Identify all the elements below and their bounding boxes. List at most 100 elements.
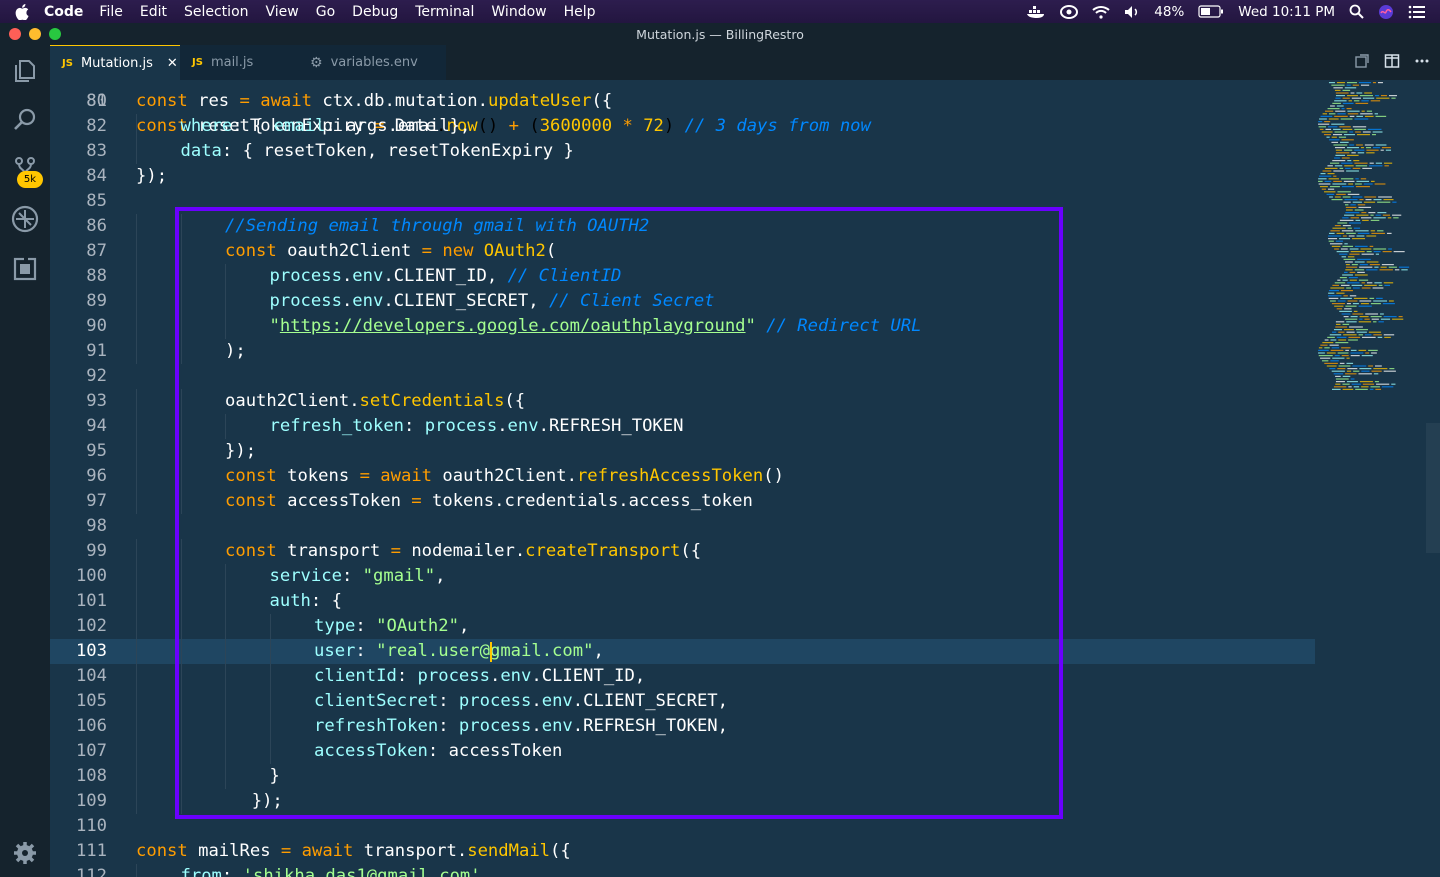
minimap-line xyxy=(1324,339,1329,341)
menu-go[interactable]: Go xyxy=(316,4,335,20)
close-tab-icon[interactable]: ✕ xyxy=(167,56,178,71)
minimap-line xyxy=(1345,261,1353,263)
settings-gear-icon[interactable] xyxy=(9,837,41,869)
menu-selection[interactable]: Selection xyxy=(184,4,249,20)
docker-icon[interactable] xyxy=(1026,5,1046,19)
volume-icon[interactable] xyxy=(1124,5,1140,19)
minimap-line xyxy=(1336,336,1347,338)
app-name-menu[interactable]: Code xyxy=(44,4,83,20)
explorer-icon[interactable] xyxy=(9,55,41,87)
minimap-line xyxy=(1346,362,1354,364)
minimap-line xyxy=(1350,349,1357,351)
battery-icon[interactable] xyxy=(1198,5,1224,18)
minimap-line xyxy=(1326,365,1337,367)
minimap-line xyxy=(1326,136,1330,138)
minimap-line xyxy=(1351,264,1358,266)
minimap-line xyxy=(1380,266,1387,268)
open-changes-icon[interactable] xyxy=(1354,53,1370,73)
code-line-81[interactable]: 81 const res = await ctx.db.mutation.upda… xyxy=(50,89,1315,114)
debug-icon[interactable] xyxy=(9,203,41,235)
battery-percent[interactable]: 48% xyxy=(1154,4,1184,20)
minimap-line xyxy=(1351,284,1363,286)
clock[interactable]: Wed 10:11 PM xyxy=(1238,4,1335,20)
minimap-line xyxy=(1373,217,1386,219)
minimap-line xyxy=(1372,147,1380,149)
minimap-line xyxy=(1340,118,1353,120)
minimap-line xyxy=(1334,355,1340,357)
menu-debug[interactable]: Debug xyxy=(352,4,398,20)
minimap-line xyxy=(1337,368,1346,370)
minimap-line xyxy=(1369,264,1380,266)
extensions-icon[interactable] xyxy=(9,253,41,285)
minimap-line xyxy=(1381,147,1391,149)
line-number: 98 xyxy=(86,516,107,536)
scrollbar-thumb[interactable] xyxy=(1426,423,1440,553)
line-number: 81 xyxy=(86,91,107,111)
minimap-line xyxy=(1328,290,1339,292)
minimap-line xyxy=(1374,266,1379,268)
menu-help[interactable]: Help xyxy=(564,4,596,20)
code-text: const res = await ctx.db.mutation.update… xyxy=(136,91,613,111)
minimap-line xyxy=(1328,240,1334,242)
minimap-line xyxy=(1347,368,1358,370)
minimap-line xyxy=(1389,368,1395,370)
minimap-line xyxy=(1331,303,1345,305)
code-line-83[interactable]: 83 data: { resetToken, resetTokenExpiry } xyxy=(50,139,1315,164)
minimap-line xyxy=(1368,331,1382,333)
tab-mail-js[interactable]: JS mail.js xyxy=(180,45,298,80)
menu-window[interactable]: Window xyxy=(491,4,546,20)
code-editor[interactable]: 80 const resetTokenExpiry = Date.now() +… xyxy=(50,80,1440,877)
minimap-line xyxy=(1377,82,1383,84)
notification-center-icon[interactable] xyxy=(1408,5,1426,19)
menu-file[interactable]: File xyxy=(99,4,122,20)
minimap-line xyxy=(1339,362,1345,364)
minimap-line xyxy=(1326,193,1335,195)
minimap-line xyxy=(1334,157,1340,159)
indent-guide xyxy=(136,714,137,739)
minimap-line xyxy=(1332,183,1347,185)
minimap-line xyxy=(1364,196,1377,198)
menu-edit[interactable]: Edit xyxy=(140,4,167,20)
split-editor-icon[interactable] xyxy=(1384,53,1400,73)
minimap-line xyxy=(1352,167,1361,169)
menu-view[interactable]: View xyxy=(266,4,299,20)
minimap-line xyxy=(1341,355,1349,357)
minimap-line xyxy=(1329,243,1343,245)
siri-icon[interactable] xyxy=(1378,4,1394,20)
minimap-line xyxy=(1336,105,1344,107)
search-icon[interactable] xyxy=(9,104,41,136)
apple-icon[interactable] xyxy=(0,3,44,20)
minimap-line xyxy=(1335,92,1349,94)
minimap[interactable] xyxy=(1316,80,1436,877)
spotlight-search-icon[interactable] xyxy=(1349,4,1364,19)
minimap-line xyxy=(1394,269,1400,271)
minimap-line xyxy=(1355,329,1368,331)
menu-terminal[interactable]: Terminal xyxy=(415,4,474,20)
minimap-line xyxy=(1342,225,1351,227)
minimap-line xyxy=(1358,82,1371,84)
minimap-line xyxy=(1357,232,1370,234)
minimap-line xyxy=(1348,336,1361,338)
minimap-line xyxy=(1341,230,1354,232)
indent-guide xyxy=(136,764,137,789)
code-line-112[interactable]: 112 from: 'shikha.das1@gmail.com', xyxy=(50,864,1315,877)
minimap-line xyxy=(1360,147,1364,149)
code-line-111[interactable]: 111 const mailRes = await transport.sendM… xyxy=(50,839,1315,864)
tab-mutation-js[interactable]: JS Mutation.js ✕ xyxy=(50,45,180,80)
minimap-line xyxy=(1340,141,1349,143)
minimap-line xyxy=(1318,180,1323,182)
more-actions-icon[interactable] xyxy=(1414,53,1430,73)
minimap-line xyxy=(1335,342,1349,344)
minimap-line xyxy=(1330,300,1336,302)
wifi-icon[interactable] xyxy=(1092,5,1110,19)
tab-variables-env[interactable]: ⚙ variables.env xyxy=(298,45,446,80)
minimap-line xyxy=(1321,360,1329,362)
code-line-84[interactable]: 84}); xyxy=(50,164,1315,189)
code-line-82[interactable]: 82 where: { email: args.email}, xyxy=(50,114,1315,139)
minimap-line xyxy=(1331,136,1337,138)
minimap-line xyxy=(1335,378,1349,380)
minimap-line xyxy=(1332,284,1339,286)
minimap-line xyxy=(1349,144,1355,146)
minimap-line xyxy=(1345,206,1357,208)
creative-cloud-icon[interactable] xyxy=(1060,4,1079,19)
